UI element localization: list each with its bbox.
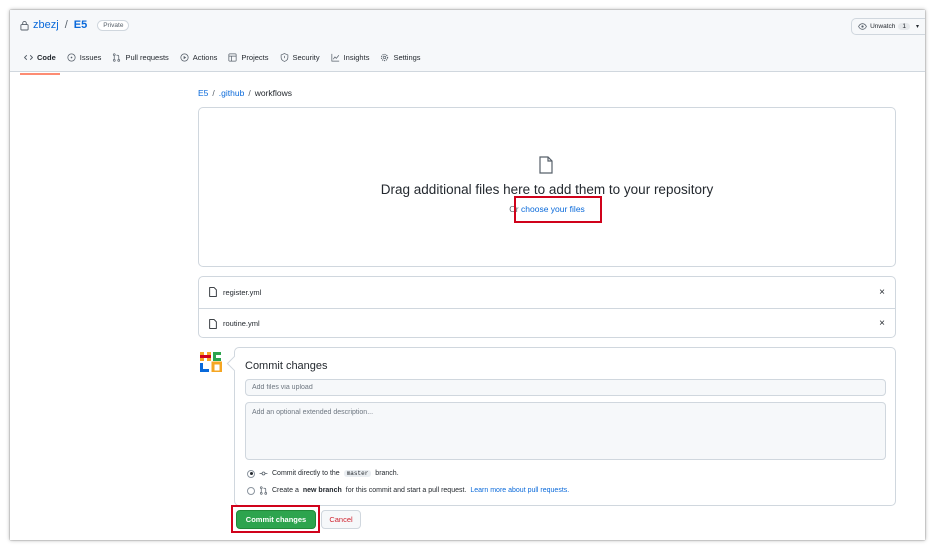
drop-zone-title: Drag additional files here to add them t… — [380, 182, 714, 197]
repo-nav-tabs: Code Issues Pull requests Actions Projec… — [20, 50, 428, 75]
commit-title: Commit changes — [245, 360, 328, 372]
lock-icon — [20, 20, 29, 30]
commit-direct-option[interactable]: Commit directly to the master branch. — [247, 469, 399, 478]
issue-icon — [67, 53, 76, 62]
tab-settings[interactable]: Settings — [376, 50, 427, 69]
file-name: routine.yml — [223, 319, 260, 328]
file-drop-zone[interactable]: Drag additional files here to add them t… — [198, 107, 896, 267]
tab-label: Settings — [393, 53, 421, 62]
pull-request-icon — [259, 486, 268, 495]
chevron-down-icon: ▾ — [915, 24, 919, 30]
tab-security[interactable]: Security — [276, 50, 327, 69]
new-option-prefix: Create a — [272, 487, 299, 494]
code-icon — [24, 54, 33, 61]
gear-icon — [381, 53, 389, 62]
repo-owner-link[interactable]: zbezj — [33, 19, 59, 31]
branch-name: master — [343, 470, 372, 477]
breadcrumb-sep: / — [212, 88, 215, 98]
tab-label: Projects — [241, 53, 269, 62]
breadcrumb-root[interactable]: E5 — [198, 88, 208, 98]
file-row: register.yml × — [199, 277, 895, 307]
uploaded-file-list: register.yml × routine.yml × — [198, 276, 896, 338]
repo-title: zbezj / E5 Private — [20, 19, 130, 31]
tab-code[interactable]: Code — [20, 50, 63, 75]
learn-more-link[interactable]: Learn more about pull requests. — [470, 487, 569, 494]
tab-pull-requests[interactable]: Pull requests — [108, 50, 175, 69]
tab-label: Code — [37, 53, 56, 62]
commit-new-branch-option[interactable]: Create a new branch for this commit and … — [247, 486, 569, 495]
pull-request-icon — [113, 53, 121, 62]
tab-label: Issues — [79, 53, 102, 62]
shield-icon — [280, 53, 288, 62]
commit-summary-input[interactable] — [245, 379, 886, 396]
file-icon — [539, 156, 553, 174]
browser-frame: zbezj / E5 Private Unwatch 1 ▾ Code Issu… — [10, 10, 925, 540]
new-option-suffix: for this commit and start a pull request… — [345, 487, 467, 494]
repo-header: zbezj / E5 Private Unwatch 1 ▾ Code Issu… — [10, 10, 925, 75]
new-branch-radio[interactable] — [247, 486, 255, 495]
eye-icon — [858, 23, 867, 30]
file-icon — [209, 287, 217, 297]
unwatch-label: Unwatch — [870, 23, 896, 30]
tab-projects[interactable]: Projects — [224, 50, 275, 69]
new-option-bold: new branch — [302, 487, 342, 494]
git-commit-icon — [259, 471, 268, 476]
file-row: routine.yml × — [199, 308, 895, 338]
tab-label: Security — [292, 53, 320, 62]
direct-commit-radio[interactable] — [247, 469, 255, 478]
file-name: register.yml — [223, 287, 262, 297]
highlight-box — [514, 196, 602, 223]
visibility-badge: Private — [97, 19, 130, 31]
commit-form: Commit changes Commit directly to the ma… — [234, 347, 896, 506]
table-icon — [228, 53, 237, 62]
repo-name-link[interactable]: E5 — [74, 19, 87, 31]
tab-label: Actions — [192, 53, 218, 62]
breadcrumb-folder[interactable]: .github — [219, 88, 245, 98]
tab-label: Insights — [343, 53, 370, 62]
breadcrumb-sep: / — [248, 88, 251, 98]
breadcrumb: E5 / .github / workflows — [198, 88, 292, 98]
tab-insights[interactable]: Insights — [327, 50, 377, 69]
tab-issues[interactable]: Issues — [63, 50, 109, 69]
avatar — [200, 352, 222, 372]
play-icon — [180, 53, 189, 62]
file-icon — [209, 318, 217, 329]
remove-file-button[interactable]: × — [879, 287, 885, 298]
commit-description-input[interactable] — [245, 402, 886, 460]
repo-separator: / — [64, 19, 68, 31]
tab-label: Pull requests — [125, 53, 169, 62]
cancel-button[interactable]: Cancel — [321, 510, 361, 529]
highlight-box — [231, 505, 320, 533]
graph-icon — [331, 53, 339, 62]
unwatch-button[interactable]: Unwatch 1 ▾ — [851, 18, 925, 35]
direct-option-prefix: Commit directly to the — [272, 470, 340, 477]
remove-file-button[interactable]: × — [879, 318, 885, 329]
breadcrumb-current: workflows — [254, 88, 292, 98]
watch-count: 1 — [898, 23, 910, 30]
direct-option-suffix: branch. — [375, 470, 399, 477]
tab-actions[interactable]: Actions — [176, 50, 225, 69]
